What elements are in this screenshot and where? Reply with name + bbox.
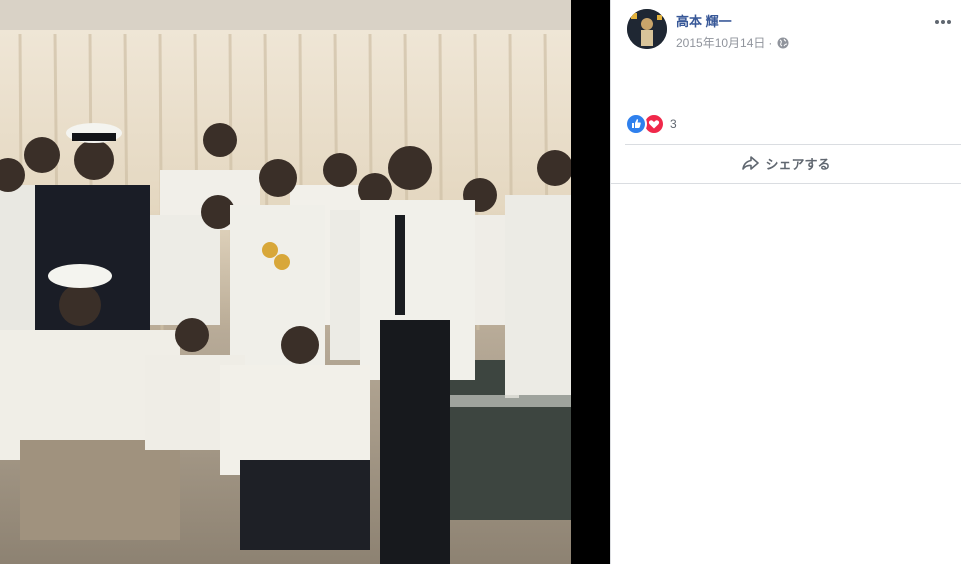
- share-icon: [741, 155, 760, 171]
- share-label: シェアする: [765, 156, 831, 172]
- divider: [611, 183, 961, 184]
- post-photo[interactable]: [0, 0, 571, 564]
- more-options-icon: [935, 20, 939, 24]
- more-options-dot: [941, 20, 945, 24]
- meta-separator: ·: [768, 35, 773, 50]
- author-name[interactable]: 高本 輝一: [676, 11, 732, 30]
- post-sidebar: 高本 輝一 2015年10月14日 · 3 シェアする: [610, 0, 961, 564]
- globe-icon[interactable]: [777, 37, 789, 49]
- photo-illustration: [0, 0, 571, 564]
- share-button[interactable]: シェアする: [625, 146, 947, 180]
- post-header: 高本 輝一 2015年10月14日 ·: [625, 8, 955, 52]
- more-options-button[interactable]: [931, 12, 955, 32]
- avatar-image: [627, 9, 667, 49]
- photo-pane: [0, 0, 610, 564]
- avatar[interactable]: [627, 9, 667, 49]
- photo-viewer: 高本 輝一 2015年10月14日 · 3 シェアする: [0, 0, 961, 564]
- reaction-count: 3: [670, 117, 677, 131]
- like-icon: [625, 113, 647, 135]
- more-options-dot: [947, 20, 951, 24]
- post-meta: 2015年10月14日 ·: [676, 34, 789, 51]
- divider: [625, 144, 961, 145]
- post-date[interactable]: 2015年10月14日: [676, 34, 765, 51]
- reaction-summary[interactable]: 3: [625, 113, 677, 135]
